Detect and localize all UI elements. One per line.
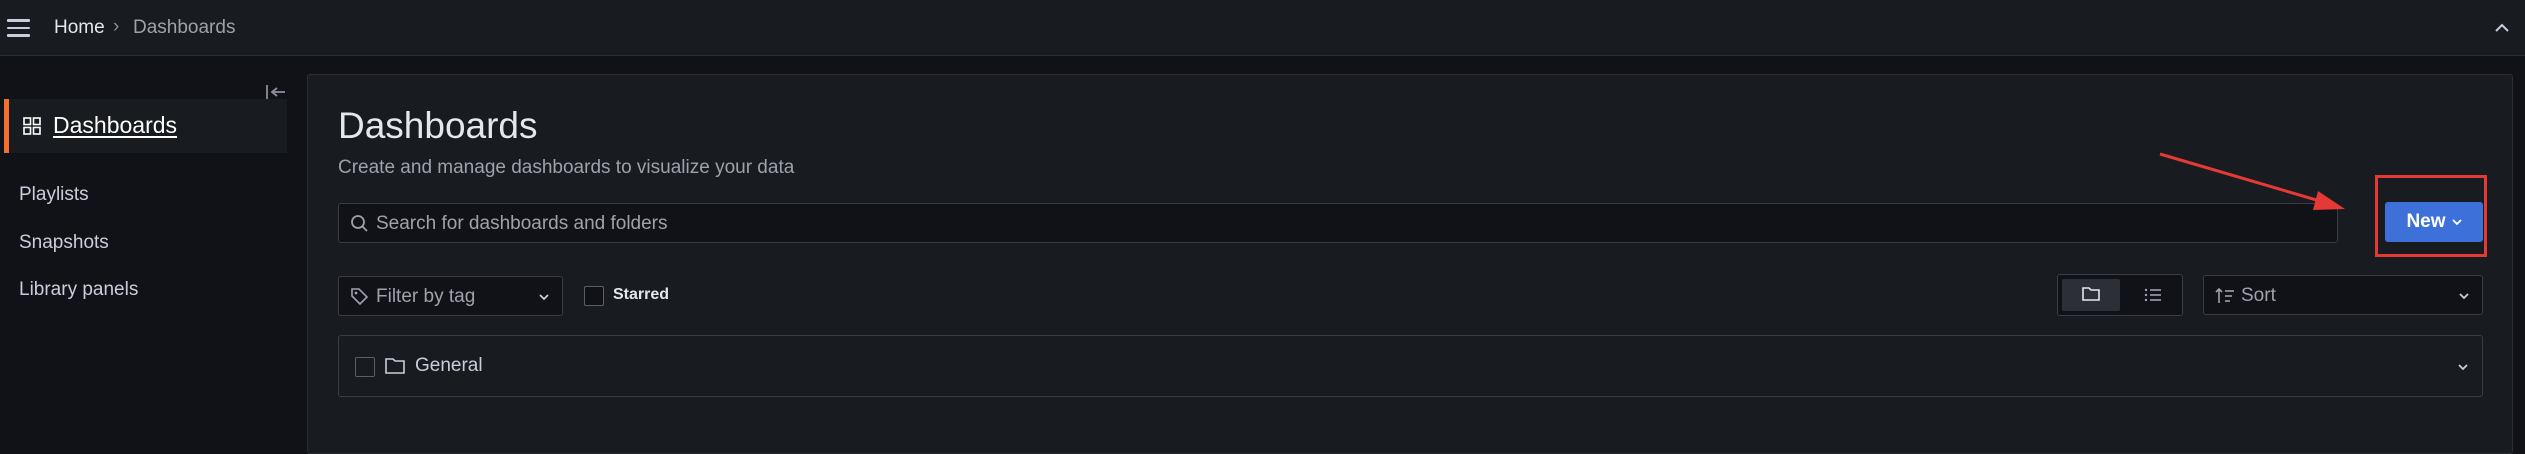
breadcrumb-home[interactable]: Home xyxy=(54,17,105,39)
breadcrumb-current: Dashboards xyxy=(133,17,236,38)
tag-icon xyxy=(351,288,369,306)
list-icon xyxy=(2144,288,2161,302)
page-subtitle: Create and manage dashboards to visualiz… xyxy=(338,157,795,178)
sidebar: Dashboards Playlists Snapshots Library p… xyxy=(0,57,300,437)
chevron-up-icon[interactable] xyxy=(2491,17,2513,39)
folder-view-button[interactable] xyxy=(2062,279,2120,311)
starred-label[interactable]: Starred xyxy=(613,286,669,304)
new-button-label: New xyxy=(2406,211,2446,232)
main-panel: Dashboards Create and manage dashboards … xyxy=(307,74,2513,454)
chevron-down-icon[interactable] xyxy=(2456,361,2470,373)
filter-by-tag-label: Filter by tag xyxy=(376,286,476,307)
view-toggle xyxy=(2057,274,2183,316)
search-input[interactable]: Search for dashboards and folders xyxy=(338,203,2338,243)
hamburger-icon[interactable] xyxy=(7,19,30,37)
top-bar: Home › Dashboards xyxy=(0,0,2525,56)
list-view-button[interactable] xyxy=(2126,279,2180,311)
folder-icon xyxy=(2082,287,2100,301)
breadcrumb-separator: › xyxy=(113,16,120,37)
search-icon xyxy=(351,215,368,232)
search-placeholder: Search for dashboards and folders xyxy=(376,213,668,234)
new-button[interactable]: New xyxy=(2385,202,2483,242)
sidebar-item-snapshots[interactable]: Snapshots xyxy=(19,232,109,254)
starred-checkbox[interactable] xyxy=(584,286,604,306)
sort-label: Sort xyxy=(2241,285,2276,306)
chevron-down-icon xyxy=(2459,293,2469,300)
sidebar-item-dashboards[interactable]: Dashboards xyxy=(4,99,287,153)
chevron-down-icon xyxy=(2451,219,2462,226)
folder-icon xyxy=(385,358,405,374)
chevron-down-icon xyxy=(539,294,549,301)
sidebar-item-library-panels[interactable]: Library panels xyxy=(19,279,138,301)
folder-row-general[interactable]: General xyxy=(338,335,2483,397)
page-title: Dashboards xyxy=(338,105,538,146)
sidebar-item-label: Dashboards xyxy=(53,112,178,138)
sort-icon xyxy=(2215,287,2234,303)
folder-checkbox[interactable] xyxy=(355,357,375,377)
folder-name: General xyxy=(415,355,483,376)
sort-select[interactable]: Sort xyxy=(2203,275,2483,315)
grid-icon xyxy=(23,117,41,135)
sidebar-item-playlists[interactable]: Playlists xyxy=(19,184,89,206)
filter-by-tag-select[interactable]: Filter by tag xyxy=(338,276,563,316)
